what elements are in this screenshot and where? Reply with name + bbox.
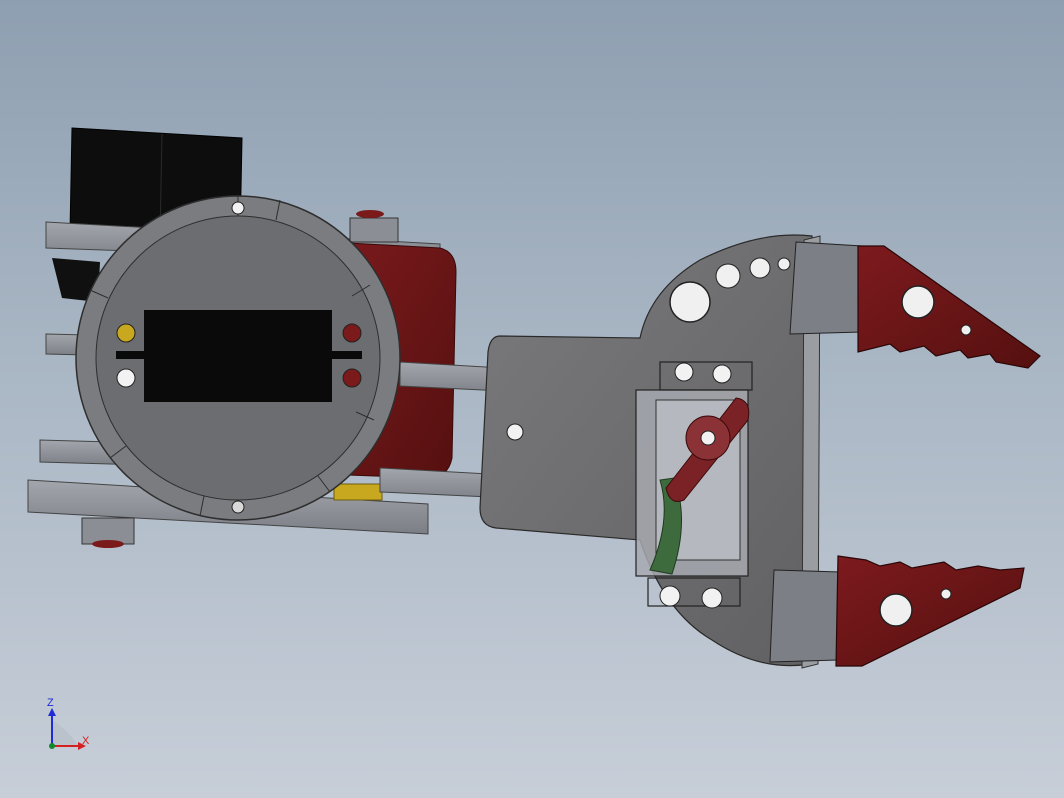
- rotation-disc: [75, 195, 401, 521]
- gripper-assembly-model[interactable]: [0, 0, 1064, 798]
- gripper-servo: [635, 361, 753, 609]
- lower-jaw: [769, 555, 1025, 667]
- cad-viewport[interactable]: Z X: [0, 0, 1064, 798]
- upper-jaw: [789, 241, 1041, 369]
- axis-triad: Z X: [40, 698, 100, 758]
- x-axis-label: X: [82, 735, 90, 747]
- z-axis-label: Z: [47, 697, 54, 709]
